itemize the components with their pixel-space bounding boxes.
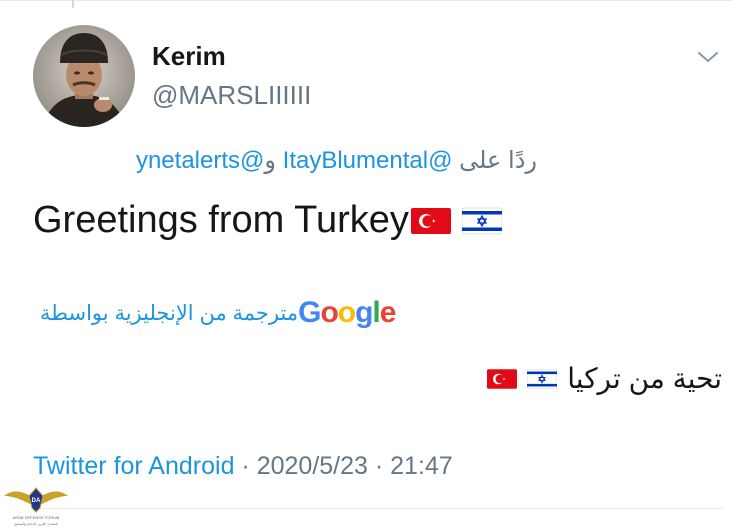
watermark-text: ARAB DEFENSE FORUM: [13, 515, 60, 520]
tweet-time[interactable]: 21:47: [390, 452, 453, 480]
translated-by-google[interactable]: مترجمة من الإنجليزية بواسطة Google: [40, 296, 397, 329]
translated-tweet: تحية من تركيا: [0, 365, 722, 393]
translated-text: تحية من تركيا: [567, 363, 722, 394]
turkey-flag-icon: [410, 207, 451, 234]
top-divider: [0, 0, 733, 1]
meta-separator: ·: [367, 452, 391, 480]
reply-context: ردًا على @ItayBlumental و@ynetalerts: [0, 147, 537, 176]
author-name[interactable]: Kerim: [152, 43, 226, 69]
google-letter: G: [298, 296, 321, 329]
watermark-text: DA: [32, 498, 41, 504]
chevron-down-icon[interactable]: [696, 47, 720, 67]
bottom-divider: [33, 508, 723, 509]
tweet-body: Greetings from Turkey: [33, 199, 409, 241]
google-letter: g: [355, 296, 373, 329]
israel-flag-icon: [461, 207, 502, 235]
translated-by-label: مترجمة من الإنجليزية بواسطة: [40, 301, 299, 325]
google-letter: o: [320, 296, 338, 329]
google-logo: Google: [298, 296, 397, 329]
watermark-text: المنتدى العربي للدفاع والتسليح: [14, 522, 58, 526]
avatar-image: [33, 25, 135, 127]
mention-link[interactable]: @ItayBlumental: [283, 147, 453, 174]
tweet-text: Greetings from Turkey: [33, 199, 502, 242]
meta-separator: ·: [234, 452, 257, 480]
source-link[interactable]: Twitter for Android: [33, 452, 234, 480]
thread-line: [72, 0, 74, 8]
tweet-date[interactable]: 2020/5/23: [257, 452, 368, 480]
google-letter: l: [372, 296, 380, 329]
israel-flag-icon: [527, 368, 558, 390]
watermark-logo: DA ARAB DEFENSE FORUM المنتدى العربي للد…: [4, 487, 68, 526]
reply-prefix: ردًا على: [459, 147, 537, 174]
turkey-flag-icon: [487, 369, 518, 389]
mention-link[interactable]: @ynetalerts: [136, 147, 264, 174]
avatar[interactable]: [33, 25, 135, 127]
google-letter: o: [337, 296, 356, 329]
reply-connector: و: [264, 147, 276, 174]
author-handle[interactable]: @MARSLIIIIII: [152, 82, 311, 108]
tweet-meta: Twitter for Android · 2020/5/23 · 21:47: [33, 451, 453, 481]
google-letter: e: [379, 296, 397, 329]
